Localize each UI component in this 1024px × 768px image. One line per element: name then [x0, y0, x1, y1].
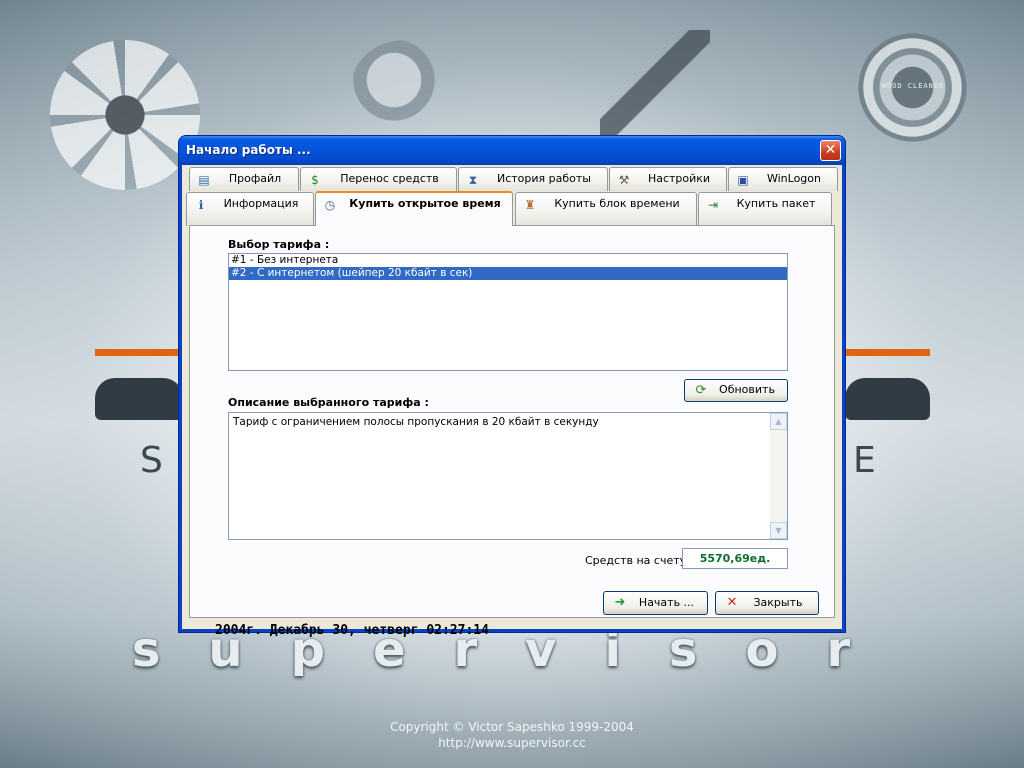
- tab-winlogon[interactable]: ▣ WinLogon: [728, 167, 838, 191]
- tab-information[interactable]: ℹ Информация: [186, 192, 314, 226]
- copyright-text: Copyright © Victor Sapeshko 1999-2004: [390, 720, 634, 734]
- brand-letter-left: S: [140, 440, 163, 481]
- tab-money-transfer[interactable]: $ Перенос средств: [300, 167, 457, 191]
- tools-icon: ⚒: [618, 173, 630, 187]
- scroll-up-icon[interactable]: ▲: [770, 413, 787, 430]
- close-button[interactable]: ✕ Закрыть: [715, 591, 819, 615]
- orange-divider-left: [95, 349, 185, 356]
- description-textarea[interactable]: Тариф с ограничением полосы пропускания …: [228, 412, 788, 540]
- brand-logo-right: [845, 378, 930, 420]
- info-icon: ℹ: [198, 198, 204, 212]
- arrow-right-icon: ➜: [614, 595, 626, 610]
- tariff-list[interactable]: #1 - Без интернета #2 - С интернетом (ше…: [228, 253, 788, 371]
- scroll-down-icon[interactable]: ▼: [770, 522, 787, 539]
- fan-logo-icon: [50, 40, 200, 190]
- tab-history[interactable]: ⧗ История работы: [458, 167, 608, 191]
- clock-icon: ◷: [324, 198, 336, 212]
- tab-label: Перенос средств: [340, 172, 439, 185]
- package-icon: ⇥: [707, 198, 719, 212]
- tab-label: WinLogon: [766, 172, 821, 185]
- close-x-icon: ✕: [726, 595, 738, 610]
- description-label: Описание выбранного тарифа :: [228, 396, 429, 409]
- block-time-icon: ♜: [524, 198, 536, 212]
- tariff-selection-label: Выбор тарифа :: [228, 238, 330, 251]
- browser-logo-icon: [350, 40, 460, 140]
- winlogon-icon: ▣: [737, 173, 749, 187]
- start-button[interactable]: ➜ Начать ...: [603, 591, 708, 615]
- current-datetime: 2004г. Декабрь 30, четверг 02:27:14: [215, 623, 489, 638]
- refresh-icon: ⟳: [695, 383, 707, 398]
- tab-settings[interactable]: ⚒ Настройки: [609, 167, 727, 191]
- tab-panel-buy-open-time: Выбор тарифа : #1 - Без интернета #2 - С…: [189, 225, 835, 618]
- tab-label: Купить пакет: [736, 197, 816, 210]
- tab-label: Профайл: [228, 172, 282, 185]
- start-session-dialog: Начало работы ... ✕ ▤ Профайл $ Перенос …: [179, 136, 845, 638]
- profile-icon: ▤: [198, 173, 210, 187]
- website-url: http://www.supervisor.cc: [438, 736, 586, 750]
- refresh-button-label: Обновить: [719, 383, 775, 396]
- tab-profile[interactable]: ▤ Профайл: [189, 167, 299, 191]
- tab-buy-open-time[interactable]: ◷ Купить открытое время: [315, 191, 513, 226]
- close-button-label: Закрыть: [753, 596, 803, 609]
- tab-label: Информация: [223, 197, 299, 210]
- dialog-titlebar[interactable]: Начало работы ... ✕: [179, 136, 845, 165]
- tab-label: Настройки: [647, 172, 711, 185]
- dialog-title: Начало работы ...: [186, 143, 311, 157]
- balance-value: 5570,69ед.: [682, 548, 788, 569]
- start-button-label: Начать ...: [638, 596, 695, 609]
- tab-buy-package[interactable]: ⇥ Купить пакет: [698, 192, 832, 226]
- list-item[interactable]: #1 - Без интернета: [229, 254, 787, 267]
- orange-divider-right: [845, 349, 930, 356]
- brand-letter-right: E: [853, 440, 876, 481]
- close-window-button[interactable]: ✕: [820, 140, 841, 161]
- refresh-button[interactable]: ⟳ Обновить: [684, 379, 788, 402]
- tab-label: Купить блок времени: [554, 197, 680, 210]
- description-scrollbar[interactable]: ▲ ▼: [770, 413, 787, 539]
- list-item[interactable]: #2 - С интернетом (шейпер 20 кбайт в сек…: [229, 267, 787, 280]
- brand-logo-left: [95, 378, 183, 420]
- balance-label: Средств на счету :: [585, 554, 694, 567]
- money-transfer-icon: $: [311, 173, 319, 187]
- description-text: Тариф с ограничением полосы пропускания …: [233, 416, 599, 428]
- history-icon: ⧗: [468, 173, 478, 187]
- tab-label: Купить открытое время: [349, 197, 501, 210]
- tab-buy-time-block[interactable]: ♜ Купить блок времени: [515, 192, 697, 226]
- wrench-logo-icon: [600, 30, 710, 140]
- disc-label: WOOD CLEANER: [881, 82, 945, 90]
- dialog-client-area: ▤ Профайл $ Перенос средств ⧗ История ра…: [182, 165, 842, 638]
- tab-label: История работы: [497, 172, 591, 185]
